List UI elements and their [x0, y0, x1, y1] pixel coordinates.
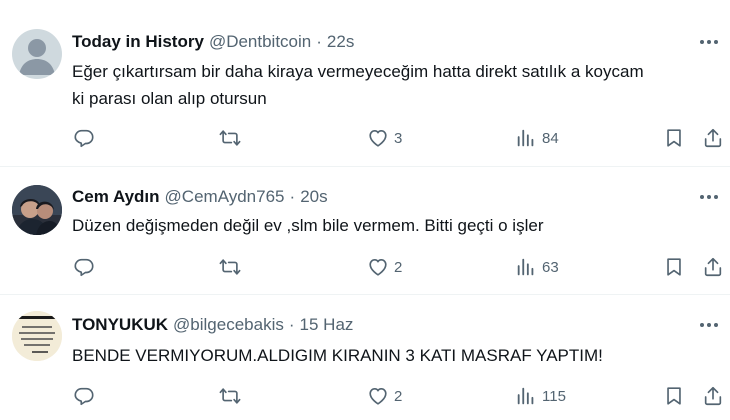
tweet-text: Düzen değişmeden değil ev ,slm bile verm… — [72, 212, 712, 239]
views-icon — [517, 258, 534, 276]
like-button[interactable]: 2 — [367, 254, 402, 280]
action-bar: 2 115 — [0, 383, 730, 409]
bookmark-button[interactable] — [663, 254, 685, 280]
timestamp[interactable]: 15 Haz — [300, 315, 354, 335]
tweet-text: BENDE VERMIYORUM.ALDIGIM KIRANIN 3 KATI … — [72, 342, 712, 369]
display-name[interactable]: TONYUKUK — [72, 315, 168, 335]
more-button[interactable] — [696, 32, 722, 52]
retweet-button[interactable] — [219, 254, 246, 280]
reply-button[interactable] — [73, 254, 100, 280]
bookmark-icon — [667, 258, 681, 276]
view-count: 115 — [542, 387, 566, 405]
default-avatar[interactable] — [12, 29, 62, 79]
more-icon — [700, 40, 718, 44]
more-icon — [700, 195, 718, 199]
default-avatar-icon — [19, 39, 55, 75]
reply-icon — [74, 129, 94, 148]
display-name[interactable]: Cem Aydın — [72, 187, 160, 207]
action-bar: 2 63 — [0, 254, 730, 280]
views-button[interactable]: 63 — [515, 254, 559, 280]
user-handle[interactable]: @CemAydn765 — [165, 187, 285, 207]
timestamp[interactable]: 20s — [300, 187, 327, 207]
action-bar: 3 84 — [0, 125, 730, 151]
reply-icon — [74, 258, 94, 277]
user-handle[interactable]: @bilgecebakis — [173, 315, 284, 335]
tweet-header: TONYUKUK @bilgecebakis · 15 Haz — [72, 313, 353, 337]
share-button[interactable] — [702, 254, 724, 280]
tweet[interactable]: TONYUKUK @bilgecebakis · 15 Haz BENDE VE… — [0, 294, 730, 420]
views-button[interactable]: 84 — [515, 125, 559, 151]
user-handle[interactable]: @Dentbitcoin — [209, 32, 311, 52]
share-icon — [704, 386, 722, 406]
more-button[interactable] — [696, 315, 722, 335]
share-icon — [704, 257, 722, 277]
tweet-text: Eğer çıkartırsam bir daha kiraya vermeye… — [72, 58, 712, 112]
tweet-text-line: ki parası olan alıp otursun — [72, 89, 267, 108]
like-button[interactable]: 3 — [367, 125, 402, 151]
more-icon — [700, 323, 718, 327]
retweet-button[interactable] — [219, 125, 246, 151]
user-avatar[interactable] — [12, 185, 62, 235]
bookmark-button[interactable] — [663, 125, 685, 151]
like-count: 3 — [394, 129, 403, 147]
like-count: 2 — [394, 258, 403, 276]
heart-icon — [369, 259, 387, 276]
retweet-icon — [219, 388, 241, 404]
view-count: 63 — [542, 258, 559, 276]
reply-button[interactable] — [73, 383, 100, 409]
separator-dot: · — [288, 315, 295, 334]
tweet[interactable]: Cem Aydın @CemAydn765 · 20s Düzen değişm… — [0, 166, 730, 294]
views-button[interactable]: 115 — [515, 383, 566, 409]
bookmark-icon — [667, 387, 681, 405]
tweet-text-line: Eğer çıkartırsam bir daha kiraya vermeye… — [72, 62, 644, 81]
like-button[interactable]: 2 — [367, 383, 402, 409]
timestamp[interactable]: 22s — [327, 32, 354, 52]
bookmark-button[interactable] — [663, 383, 685, 409]
share-button[interactable] — [702, 125, 724, 151]
views-icon — [517, 387, 534, 405]
photo-avatar-icon — [12, 185, 62, 235]
views-icon — [517, 129, 534, 147]
tweet[interactable]: Today in History @Dentbitcoin · 22s Eğer… — [0, 0, 730, 166]
share-button[interactable] — [702, 383, 724, 409]
user-avatar[interactable] — [12, 311, 62, 361]
share-icon — [704, 128, 722, 148]
bookmark-icon — [667, 129, 681, 147]
display-name[interactable]: Today in History — [72, 32, 204, 52]
view-count: 84 — [542, 129, 559, 147]
reply-button[interactable] — [73, 125, 100, 151]
retweet-icon — [219, 130, 241, 146]
reply-icon — [74, 387, 94, 406]
retweet-button[interactable] — [219, 383, 246, 409]
tweet-header: Today in History @Dentbitcoin · 22s — [72, 30, 354, 54]
tweet-text-line: Düzen değişmeden değil ev ,slm bile verm… — [72, 216, 544, 235]
heart-icon — [369, 388, 387, 405]
tweet-text-line: BENDE VERMIYORUM.ALDIGIM KIRANIN 3 KATI … — [72, 346, 603, 365]
more-button[interactable] — [696, 187, 722, 207]
retweet-icon — [219, 259, 241, 275]
separator-dot: · — [289, 187, 296, 206]
like-count: 2 — [394, 387, 403, 405]
heart-icon — [369, 130, 387, 147]
quote-card-avatar-icon — [12, 311, 62, 361]
tweet-header: Cem Aydın @CemAydn765 · 20s — [72, 185, 328, 209]
separator-dot: · — [316, 32, 322, 51]
